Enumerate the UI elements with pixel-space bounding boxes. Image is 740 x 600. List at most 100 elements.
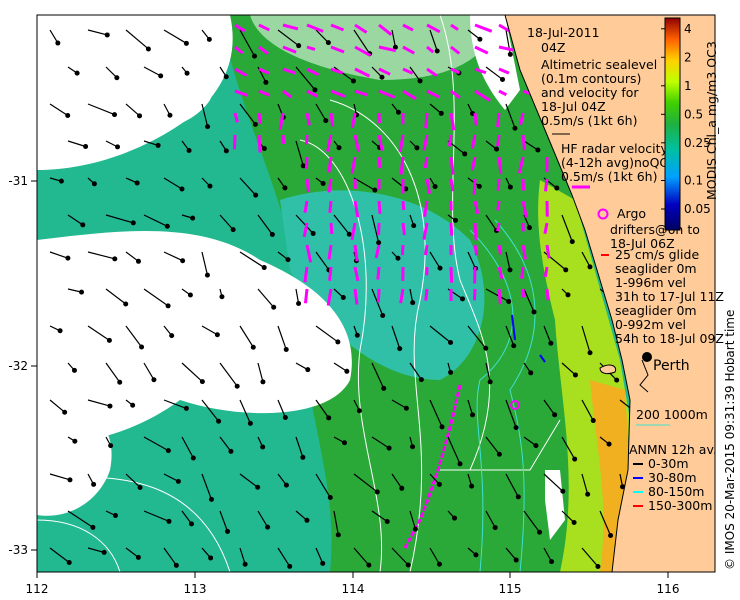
arrow-head bbox=[372, 187, 378, 193]
arrow-head bbox=[327, 495, 333, 501]
arrow-head bbox=[263, 79, 269, 85]
colorbar bbox=[664, 17, 681, 231]
arrow-head bbox=[165, 448, 171, 454]
colorbar-label: MODIS Chl_a mg/m3 OC3 bbox=[704, 41, 719, 200]
arrow-head bbox=[137, 113, 143, 119]
hf-radar-arrow bbox=[521, 134, 526, 151]
arrow-head bbox=[412, 526, 418, 532]
arrow-head bbox=[572, 456, 578, 462]
hf-radar-arrow bbox=[257, 112, 262, 125]
hf-radar-arrow bbox=[329, 222, 334, 235]
arrow-head bbox=[114, 75, 120, 81]
y-tick-label: -32 bbox=[8, 359, 28, 373]
arrow-head bbox=[228, 448, 234, 454]
hf-radar-arrow bbox=[449, 222, 454, 236]
hf-radar-arrow bbox=[424, 288, 429, 301]
arrow-head bbox=[563, 267, 569, 273]
arrow-head bbox=[117, 379, 123, 385]
hf-radar-arrow bbox=[329, 112, 335, 127]
hf-radar-arrow bbox=[328, 266, 333, 281]
y-tick-label: -31 bbox=[8, 174, 28, 188]
arrow-head bbox=[462, 151, 468, 157]
arrow-head bbox=[71, 367, 77, 373]
arrow-head bbox=[395, 109, 401, 115]
hf-radar-arrow bbox=[543, 266, 549, 278]
legend-text: (4-12h avg)noQC bbox=[561, 155, 668, 170]
arrow-head bbox=[436, 481, 442, 487]
arrow-head bbox=[460, 296, 466, 302]
arrow-head bbox=[261, 265, 267, 271]
arrow-head bbox=[155, 142, 161, 148]
hf-radar-arrow bbox=[521, 288, 526, 298]
arrow-head bbox=[507, 51, 513, 57]
colorbar-tick-label: 2 bbox=[684, 50, 692, 64]
hf-radar-arrow bbox=[472, 178, 477, 195]
arrow-head bbox=[101, 549, 107, 555]
legend-text: 1-996m vel bbox=[615, 275, 686, 290]
arrow-head bbox=[165, 303, 171, 309]
hf-radar-arrow bbox=[377, 200, 382, 215]
hf-radar-arrow bbox=[545, 244, 551, 259]
arrow-head bbox=[340, 295, 346, 301]
arrow-head bbox=[496, 451, 502, 457]
arrow-head bbox=[587, 264, 593, 270]
arrow-head bbox=[403, 405, 409, 411]
legend-text: Argo bbox=[617, 206, 646, 221]
arrow-head bbox=[112, 513, 118, 519]
arrow-head bbox=[513, 425, 519, 431]
arrow-head bbox=[173, 562, 179, 568]
hf-radar-arrow bbox=[401, 200, 406, 211]
anmn-legend-title: ANMN 12h av. bbox=[629, 442, 717, 457]
arrow-head bbox=[166, 518, 172, 524]
hf-radar-arrow bbox=[327, 244, 333, 260]
x-tick-label: 112 bbox=[26, 582, 49, 596]
hf-radar-arrow bbox=[496, 178, 501, 191]
x-tick-label: 116 bbox=[657, 582, 680, 596]
arrow-head bbox=[62, 409, 68, 415]
arrow-head bbox=[271, 304, 277, 310]
y-tick-label: -33 bbox=[8, 543, 28, 557]
hf-radar-arrow bbox=[545, 288, 550, 301]
arrow-head bbox=[208, 496, 214, 502]
colorbar-tick-label: 0.1 bbox=[684, 173, 703, 187]
arrow-head bbox=[58, 178, 64, 184]
hf-radar-arrow bbox=[424, 244, 429, 256]
arrow-head bbox=[130, 402, 136, 408]
arrow-head bbox=[452, 515, 458, 521]
arrow-head bbox=[145, 46, 151, 52]
hf-radar-arrow bbox=[473, 222, 478, 241]
city-label: Perth bbox=[653, 358, 690, 374]
legend-text: drifters@6h to bbox=[610, 222, 700, 237]
arrow-head bbox=[432, 184, 438, 190]
arrow-head bbox=[115, 144, 121, 150]
map-hour: 04Z bbox=[541, 40, 565, 55]
arrow-head bbox=[250, 344, 256, 350]
arrow-head bbox=[234, 383, 240, 389]
arrow-head bbox=[207, 183, 213, 189]
arrow-head bbox=[184, 70, 190, 76]
hf-radar-arrow bbox=[497, 156, 503, 174]
perth-marker bbox=[642, 352, 652, 362]
arrow-head bbox=[91, 181, 97, 187]
hf-radar-arrow bbox=[376, 288, 381, 303]
arrow-head bbox=[341, 440, 347, 446]
arrow-head bbox=[469, 483, 475, 489]
map-figure: 18-Jul-2011 04Z Altimetric sealevel (0.1… bbox=[8, 14, 737, 596]
isobath-legend-label: 200 1000m bbox=[636, 407, 708, 422]
arrow-head bbox=[265, 524, 271, 530]
arrow-head bbox=[418, 377, 424, 383]
hf-radar-arrow bbox=[305, 178, 311, 193]
arrow-head bbox=[204, 272, 210, 278]
legend-text: 0.5m/s (1kt 6h) bbox=[561, 169, 657, 184]
arrow-head bbox=[323, 118, 329, 124]
legend-text: 0-992m vel bbox=[615, 317, 686, 332]
arrow-head bbox=[344, 368, 350, 374]
arrow-head bbox=[608, 532, 614, 538]
arrow-head bbox=[374, 489, 380, 495]
arrow-head bbox=[253, 192, 259, 198]
hf-radar-arrow bbox=[400, 244, 405, 256]
arrow-head bbox=[252, 121, 258, 127]
arrow-head bbox=[206, 36, 212, 42]
hf-radar-arrow bbox=[544, 178, 549, 192]
arrow-head bbox=[130, 220, 136, 226]
